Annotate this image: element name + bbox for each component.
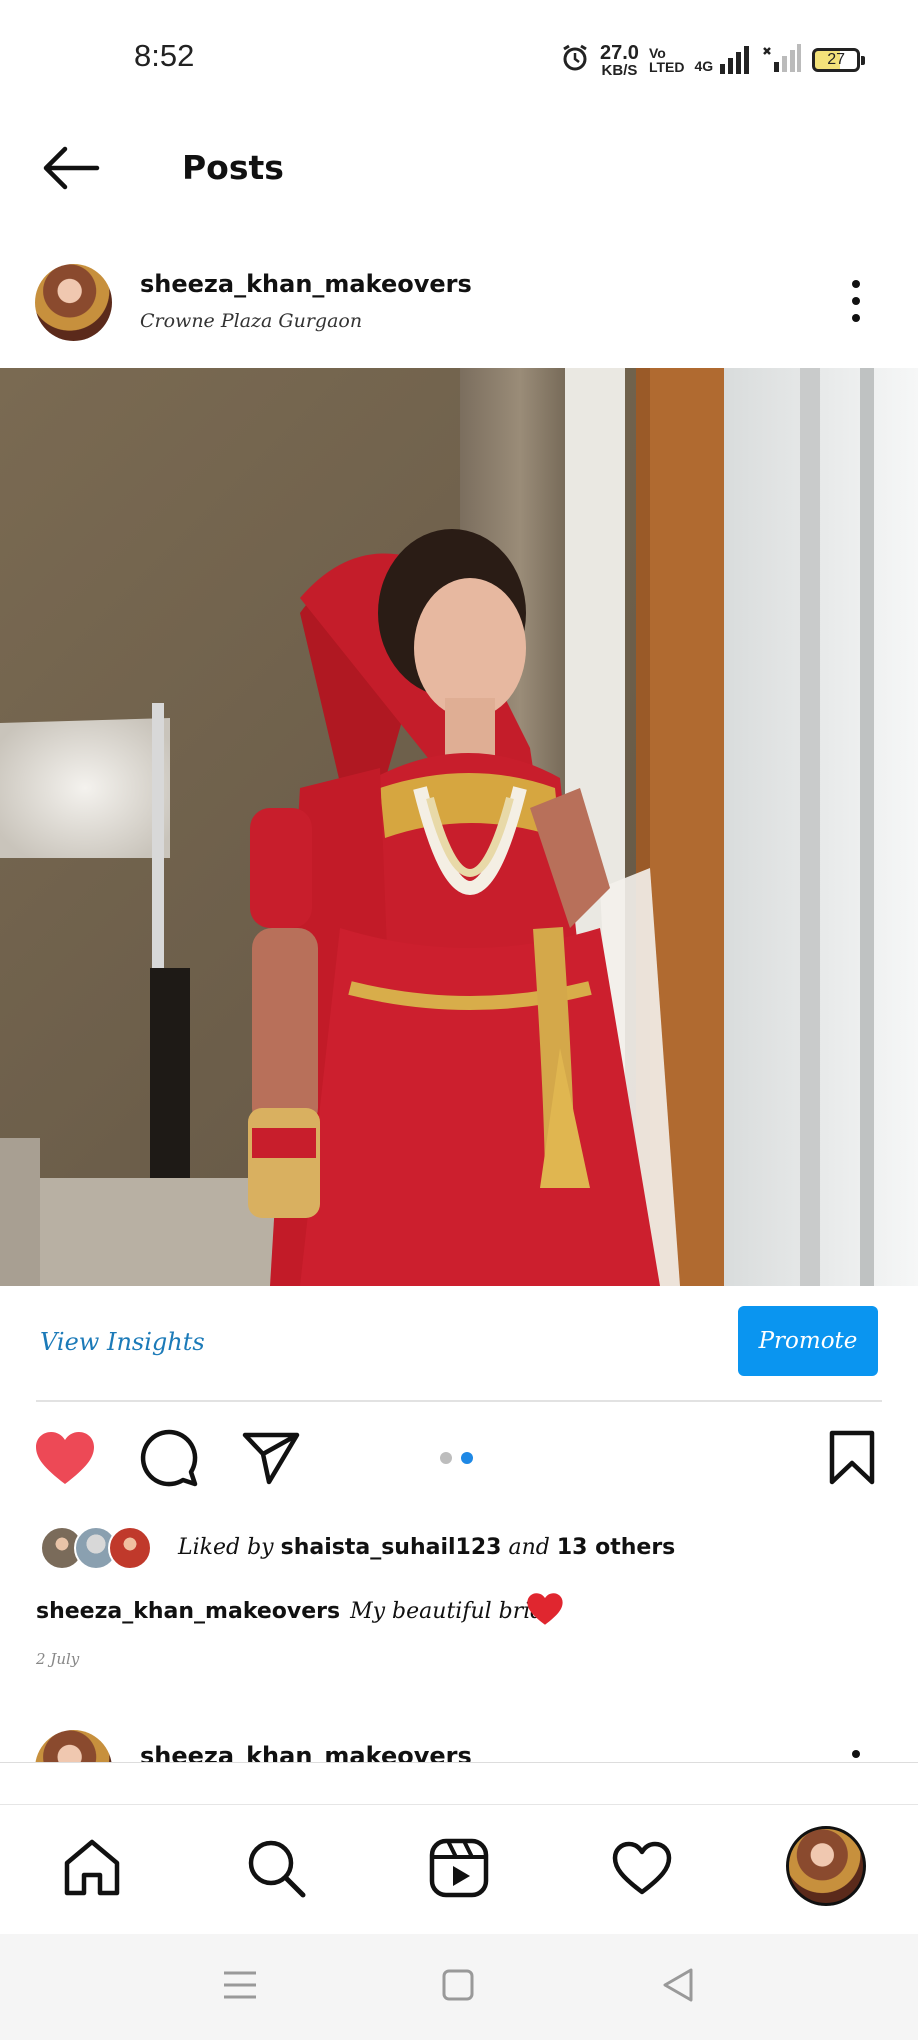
reels-icon	[428, 1837, 490, 1903]
divider	[36, 1400, 882, 1402]
red-heart-emoji: ❤️	[567, 1594, 605, 1628]
carousel-dot	[461, 1452, 473, 1464]
post-image[interactable]	[0, 368, 918, 1286]
system-back-button[interactable]	[648, 1960, 708, 2014]
triangle-back-icon	[661, 1967, 695, 2007]
system-home-button[interactable]	[428, 1960, 488, 2014]
next-post-options-button[interactable]	[852, 1750, 860, 1758]
carousel-dot	[440, 1452, 452, 1464]
home-icon	[61, 1837, 123, 1903]
heart-outline-icon	[611, 1840, 673, 1900]
post-caption: sheeza_khan_makeovers My beautiful bride…	[36, 1593, 605, 1628]
back-button[interactable]	[36, 140, 106, 200]
signal-icon: 4G	[694, 46, 752, 74]
network-speed: 27.0 KB/S	[600, 41, 639, 79]
post-options-button[interactable]	[838, 276, 874, 326]
save-button[interactable]	[822, 1428, 882, 1492]
like-button[interactable]	[32, 1430, 98, 1490]
nav-reels-button[interactable]	[419, 1830, 499, 1910]
nav-search-button[interactable]	[236, 1830, 316, 1910]
post-date: 2 July	[36, 1650, 80, 1668]
recent-apps-button[interactable]	[210, 1960, 270, 2014]
caption-username[interactable]: sheeza_khan_makeovers	[36, 1599, 340, 1624]
nav-activity-button[interactable]	[602, 1830, 682, 1910]
square-icon	[441, 1968, 475, 2006]
share-button[interactable]	[238, 1428, 304, 1492]
heart-filled-icon	[34, 1430, 96, 1490]
promote-button[interactable]: Promote	[738, 1306, 878, 1376]
post-author-username[interactable]: sheeza_khan_makeovers	[140, 270, 472, 298]
liked-by-avatars[interactable]	[40, 1526, 152, 1570]
view-insights-link[interactable]: View Insights	[40, 1328, 205, 1356]
alarm-icon	[560, 43, 590, 77]
more-vertical-icon	[852, 280, 860, 288]
search-icon	[245, 1837, 307, 1903]
bookmark-icon	[828, 1430, 876, 1490]
signal-weak-icon	[762, 44, 802, 76]
post-author-avatar[interactable]	[35, 264, 112, 341]
avatar	[108, 1526, 152, 1570]
comment-icon	[139, 1428, 199, 1492]
comment-button[interactable]	[136, 1428, 202, 1492]
send-icon	[241, 1430, 301, 1490]
nav-home-button[interactable]	[52, 1830, 132, 1910]
divider	[0, 1762, 918, 1763]
volte-indicator: Vo LTED	[648, 45, 685, 75]
page-title: Posts	[182, 148, 284, 187]
nav-profile-button[interactable]	[786, 1826, 866, 1906]
likes-others[interactable]: 13 others	[557, 1535, 675, 1560]
likes-summary[interactable]: Liked by shaista_suhail123 and 13 others	[178, 1535, 675, 1560]
arrow-left-icon	[41, 145, 101, 195]
status-time: 8:52	[134, 38, 195, 73]
status-icons: 27.0 KB/S Vo LTED 4G 27	[560, 40, 866, 80]
battery-icon: 27	[812, 48, 866, 72]
carousel-indicator	[440, 1452, 473, 1464]
menu-icon	[222, 1969, 258, 2005]
post-location[interactable]: Crowne Plaza Gurgaon	[140, 310, 362, 332]
liked-by-user[interactable]: shaista_suhail123	[281, 1535, 502, 1560]
heart-emoji-icon	[527, 1593, 563, 1625]
